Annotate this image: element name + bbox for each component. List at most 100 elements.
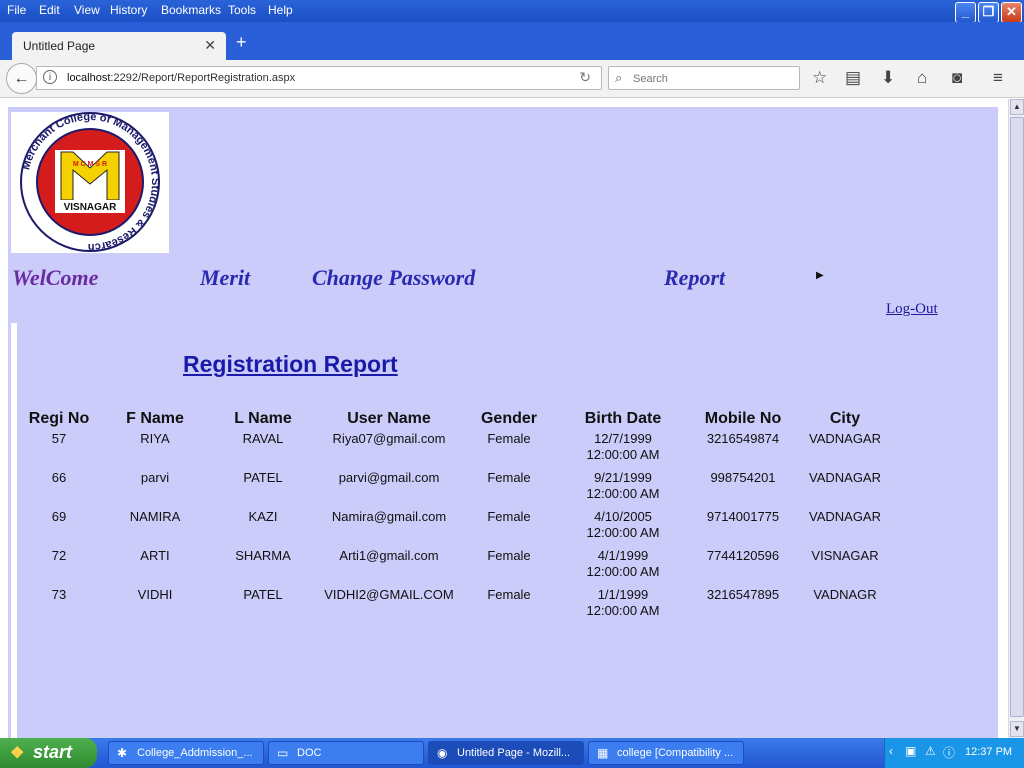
cell-mobile-no: 7744120596 (706, 548, 780, 563)
column-header: Mobile No (704, 410, 782, 427)
word-doc-icon: ▦ (597, 746, 609, 760)
info-icon[interactable]: i (43, 70, 57, 84)
bookmark-star-icon[interactable]: ☆ (812, 68, 827, 88)
scrollbar-thumb[interactable] (1010, 117, 1024, 717)
cell-birth-date: 1/1/1999 12:00:00 AM (586, 587, 660, 618)
nav-report-link[interactable]: Report (664, 265, 725, 291)
cell-regi-no: 69 (51, 509, 67, 524)
column-header: F Name (126, 410, 184, 427)
table-row: 72 ARTI SHARMA Arti1@gmail.com Female 4/… (22, 546, 898, 585)
restore-button[interactable]: ❐ (978, 2, 999, 23)
cell-gender: Female (487, 509, 531, 524)
registration-table: Regi No F Name L Name User Name Gender B… (22, 408, 898, 624)
clock: 12:37 PM (965, 746, 1013, 758)
close-window-button[interactable]: ✕ (1001, 2, 1022, 23)
cell-city: VADNAGR (813, 587, 877, 602)
table-row: 73 VIDHI PATEL VIDHI2@GMAIL.COM Female 1… (22, 585, 898, 624)
search-box[interactable]: ⌕ Search (608, 66, 800, 90)
home-icon[interactable]: ⌂ (917, 68, 927, 88)
cell-city: VADNAGAR (809, 509, 881, 524)
cell-last-name: PATEL (243, 470, 283, 485)
cell-user-name: VIDHI2@GMAIL.COM (324, 587, 454, 602)
url-bar[interactable]: i localhost:2292/Report/ReportRegistrati… (36, 66, 602, 90)
cell-birth-date: 4/10/2005 12:00:00 AM (586, 509, 660, 540)
cell-user-name: Namira@gmail.com (331, 509, 447, 524)
cell-last-name: RAVAL (242, 431, 284, 446)
cell-last-name: PATEL (243, 587, 283, 602)
menu-history[interactable]: History (110, 3, 147, 17)
column-header: User Name (347, 410, 431, 427)
cell-user-name: Riya07@gmail.com (332, 431, 446, 446)
cell-gender: Female (487, 431, 531, 446)
url-text: localhost:2292/Report/ReportRegistration… (67, 72, 296, 84)
nav-change-password-link[interactable]: Change Password (312, 265, 475, 291)
pocket-icon[interactable]: ◙ (952, 68, 962, 88)
report-title: Registration Report (183, 351, 398, 377)
minimize-button[interactable]: _ (955, 2, 976, 23)
tab-title: Untitled Page (23, 39, 96, 53)
tray-expand-icon[interactable]: ‹ (889, 744, 893, 758)
firefox-icon: ◉ (437, 746, 448, 760)
nav-toolbar: i localhost:2292/Report/ReportRegistrati… (0, 60, 1024, 98)
cell-gender: Female (487, 587, 531, 602)
cell-city: VADNAGAR (809, 431, 881, 446)
cell-user-name: parvi@gmail.com (338, 470, 440, 485)
hamburger-menu-icon[interactable]: ≡ (993, 68, 1003, 88)
logout-link[interactable]: Log-Out (886, 301, 938, 318)
cell-city: VADNAGAR (809, 470, 881, 485)
menu-view[interactable]: View (74, 3, 100, 17)
column-header: Birth Date (584, 410, 662, 427)
menu-help[interactable]: Help (268, 3, 293, 17)
menu-edit[interactable]: Edit (39, 3, 60, 17)
menu-file[interactable]: File (7, 3, 26, 17)
column-header: City (829, 410, 861, 427)
system-tray: ‹ ▣ ⚠ ⓘ 12:37 PM (884, 738, 1024, 768)
cell-mobile-no: 3216547895 (706, 587, 780, 602)
cell-mobile-no: 3216549874 (706, 431, 780, 446)
page-body: Merchant College of Management Studies &… (8, 107, 998, 747)
security-icon[interactable]: ⚠ (925, 744, 936, 758)
back-arrow-icon: ← (13, 70, 30, 87)
task-college-addmission[interactable]: ✱ College_Addmission_... (108, 741, 264, 765)
task-label: Untitled Page - Mozill... (457, 747, 571, 759)
cell-regi-no: 72 (51, 548, 67, 563)
cell-mobile-no: 998754201 (710, 470, 776, 485)
nav-merit-link[interactable]: Merit (200, 265, 250, 291)
content-divider (11, 323, 17, 747)
cell-birth-date: 4/1/1999 12:00:00 AM (586, 548, 660, 579)
windows-flag-icon: ❖ (10, 745, 25, 762)
download-icon[interactable]: ⬇ (881, 68, 895, 88)
task-word-college[interactable]: ▦ college [Compatibility ... (588, 741, 744, 765)
start-button[interactable]: ❖ start (0, 738, 97, 768)
table-row: 57 RIYA RAVAL Riya07@gmail.com Female 12… (22, 429, 898, 468)
back-button[interactable]: ← (6, 63, 37, 94)
menu-bookmarks[interactable]: Bookmarks (161, 3, 221, 17)
cell-birth-date: 9/21/1999 12:00:00 AM (586, 470, 660, 501)
cell-last-name: SHARMA (235, 548, 291, 563)
cell-first-name: RIYA (140, 431, 170, 446)
cell-birth-date: 12/7/1999 12:00:00 AM (586, 431, 660, 462)
cell-last-name: KAZI (248, 509, 278, 524)
tab-strip: Untitled Page ✕ + (0, 22, 1024, 60)
submenu-arrow-icon[interactable]: ▶ (816, 270, 824, 281)
task-doc-folder[interactable]: ▭ DOC (268, 741, 424, 765)
close-tab-icon[interactable]: ✕ (204, 37, 216, 54)
reload-icon[interactable]: ↻ (579, 69, 591, 86)
cell-city: VISNAGAR (811, 548, 879, 563)
new-tab-button[interactable]: + (236, 32, 247, 53)
reading-list-icon[interactable]: ▤ (845, 68, 861, 88)
scroll-down-icon[interactable]: ▼ (1010, 721, 1024, 737)
table-row: 69 NAMIRA KAZI Namira@gmail.com Female 4… (22, 507, 898, 546)
info-tray-icon[interactable]: ⓘ (943, 744, 955, 761)
scroll-up-icon[interactable]: ▲ (1010, 99, 1024, 115)
menu-tools[interactable]: Tools (228, 3, 256, 17)
task-label: DOC (297, 747, 322, 759)
college-logo: Merchant College of Management Studies &… (11, 111, 169, 253)
cell-user-name: Arti1@gmail.com (339, 548, 439, 563)
vertical-scrollbar[interactable]: ▲ ▼ (1008, 99, 1024, 738)
tab-untitled-page[interactable]: Untitled Page ✕ (12, 32, 226, 60)
network-icon[interactable]: ▣ (905, 744, 916, 758)
task-firefox[interactable]: ◉ Untitled Page - Mozill... (428, 741, 584, 765)
svg-text:M C M S R: M C M S R (73, 161, 107, 168)
nav-welcome-link[interactable]: WelCome (12, 265, 98, 291)
